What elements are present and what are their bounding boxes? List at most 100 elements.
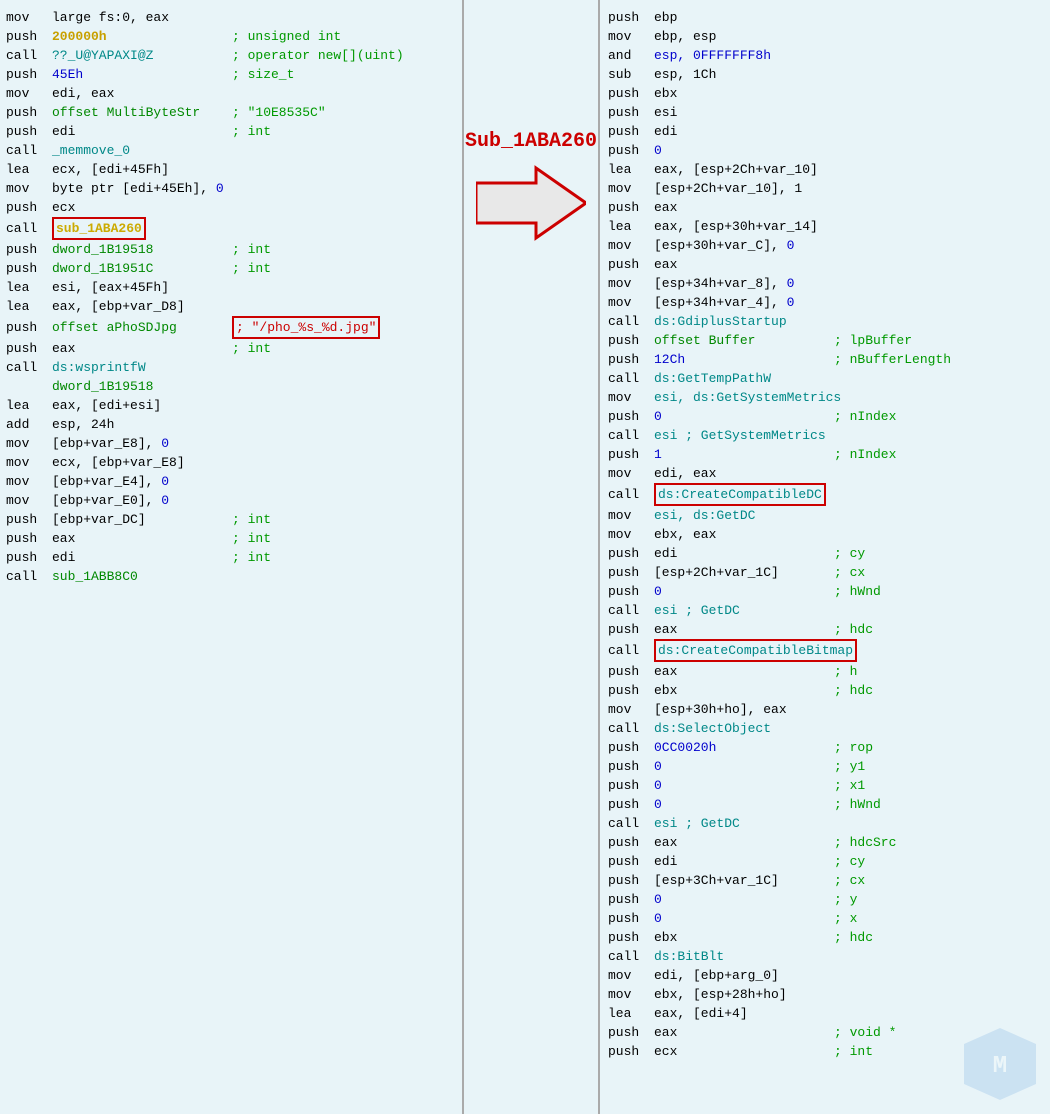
- operand: edi: [52, 122, 232, 141]
- table-row: mov[esp+2Ch+var_10], 1: [608, 179, 1044, 198]
- comment: ; size_t: [232, 65, 294, 84]
- operand: [esp+30h+ho], eax: [654, 700, 834, 719]
- mnemonic: push: [6, 339, 52, 358]
- table-row: movedi, eax: [608, 464, 1044, 483]
- mnemonic: call: [608, 601, 654, 620]
- mnemonic: push: [6, 318, 52, 337]
- operand: [ebp+var_E4], 0: [52, 472, 232, 491]
- right-panel: pushebpmovebp, espandesp, 0FFFFFFF8hsube…: [602, 0, 1050, 1114]
- table-row: pushedi ; int: [6, 122, 454, 141]
- comment: ; nBufferLength: [834, 350, 951, 369]
- operand: eax: [52, 339, 232, 358]
- operand: dword_1B1951C: [52, 259, 232, 278]
- comment: ; hdc: [834, 928, 873, 947]
- mnemonic: call: [608, 719, 654, 738]
- mnemonic: push: [608, 1042, 654, 1061]
- operand: 200000h: [52, 27, 232, 46]
- mnemonic: call: [608, 426, 654, 445]
- table-row: callds:wsprintfW: [6, 358, 454, 377]
- operand: ds:CreateCompatibleBitmap: [654, 639, 857, 662]
- operand: eax: [654, 198, 834, 217]
- operand: _memmove_0: [52, 141, 232, 160]
- operand: 12Ch: [654, 350, 834, 369]
- operand: ebx, eax: [654, 525, 834, 544]
- table-row: pushdword_1B19518 ; int: [6, 240, 454, 259]
- mnemonic: push: [608, 852, 654, 871]
- comment: ; nIndex: [834, 445, 896, 464]
- operand: byte ptr [edi+45Eh], 0: [52, 179, 232, 198]
- table-row: pushedi ; cy: [608, 544, 1044, 563]
- comment: ; unsigned int: [232, 27, 341, 46]
- mnemonic: mov: [608, 388, 654, 407]
- comment: ; nIndex: [834, 407, 896, 426]
- operand: ebp, esp: [654, 27, 834, 46]
- mnemonic: push: [608, 757, 654, 776]
- mnemonic: mov: [6, 491, 52, 510]
- comment: ; x: [834, 909, 857, 928]
- mnemonic: call: [608, 814, 654, 833]
- mnemonic: push: [608, 122, 654, 141]
- operand: ds:SelectObject: [654, 719, 834, 738]
- table-row: push[ebp+var_DC] ; int: [6, 510, 454, 529]
- operand: ds:GetTempPathW: [654, 369, 834, 388]
- comment: ; cy: [834, 852, 865, 871]
- mnemonic: call: [608, 947, 654, 966]
- arrow-container: [476, 163, 586, 243]
- table-row: addesp, 24h: [6, 415, 454, 434]
- mnemonic: call: [608, 369, 654, 388]
- table-row: push12Ch ; nBufferLength: [608, 350, 1044, 369]
- table-row: pushoffset Buffer ; lpBuffer: [608, 331, 1044, 350]
- operand: eax: [654, 833, 834, 852]
- operand: ecx, [ebp+var_E8]: [52, 453, 232, 472]
- table-row: pushebx: [608, 84, 1044, 103]
- mnemonic: mov: [608, 700, 654, 719]
- table-row: movecx, [ebp+var_E8]: [6, 453, 454, 472]
- table-row: movebx, [esp+28h+ho]: [608, 985, 1044, 1004]
- table-row: movlarge fs:0, eax: [6, 8, 454, 27]
- operand: ecx: [654, 1042, 834, 1061]
- table-row: push45Eh ; size_t: [6, 65, 454, 84]
- table-row: movbyte ptr [edi+45Eh], 0: [6, 179, 454, 198]
- table-row: movebp, esp: [608, 27, 1044, 46]
- mnemonic: lea: [6, 278, 52, 297]
- table-row: callesi ; GetDC: [608, 601, 1044, 620]
- operand: [esp+34h+var_8], 0: [654, 274, 834, 293]
- operand: eax: [654, 1023, 834, 1042]
- mnemonic: push: [608, 776, 654, 795]
- mnemonic: mov: [6, 8, 52, 27]
- table-row: subesp, 1Ch: [608, 65, 1044, 84]
- comment: ; int: [232, 122, 271, 141]
- table-row: callesi ; GetDC: [608, 814, 1044, 833]
- mnemonic: call: [6, 567, 52, 586]
- table-row: callds:GdiplusStartup: [608, 312, 1044, 331]
- operand: [esp+3Ch+var_1C]: [654, 871, 834, 890]
- mnemonic: push: [608, 871, 654, 890]
- table-row: leaeax, [esp+2Ch+var_10]: [608, 160, 1044, 179]
- table-row: mov[ebp+var_E8], 0: [6, 434, 454, 453]
- operand: ecx: [52, 198, 232, 217]
- mnemonic: push: [6, 240, 52, 259]
- arrow-icon: [476, 163, 586, 243]
- operand: esi, ds:GetDC: [654, 506, 834, 525]
- mnemonic: lea: [6, 297, 52, 316]
- table-row: push0CC0020h ; rop: [608, 738, 1044, 757]
- table-row: push[esp+2Ch+var_1C] ; cx: [608, 563, 1044, 582]
- table-row: pushebx ; hdc: [608, 681, 1044, 700]
- table-row: andesp, 0FFFFFFF8h: [608, 46, 1044, 65]
- operand: esi ; GetDC: [654, 601, 834, 620]
- table-row: callsub_1ABB8C0: [6, 567, 454, 586]
- mnemonic: push: [608, 445, 654, 464]
- comment: ; x1: [834, 776, 865, 795]
- table-row: pusheax ; h: [608, 662, 1044, 681]
- comment: ; int: [232, 339, 271, 358]
- comment: ; cx: [834, 871, 865, 890]
- mnemonic: push: [608, 198, 654, 217]
- operand: edi, [ebp+arg_0]: [654, 966, 834, 985]
- mnemonic: mov: [6, 434, 52, 453]
- table-row: pushedi ; cy: [608, 852, 1044, 871]
- operand: 0CC0020h: [654, 738, 834, 757]
- mnemonic: lea: [6, 160, 52, 179]
- mnemonic: push: [608, 407, 654, 426]
- table-row: callesi ; GetSystemMetrics: [608, 426, 1044, 445]
- table-row: push1 ; nIndex: [608, 445, 1044, 464]
